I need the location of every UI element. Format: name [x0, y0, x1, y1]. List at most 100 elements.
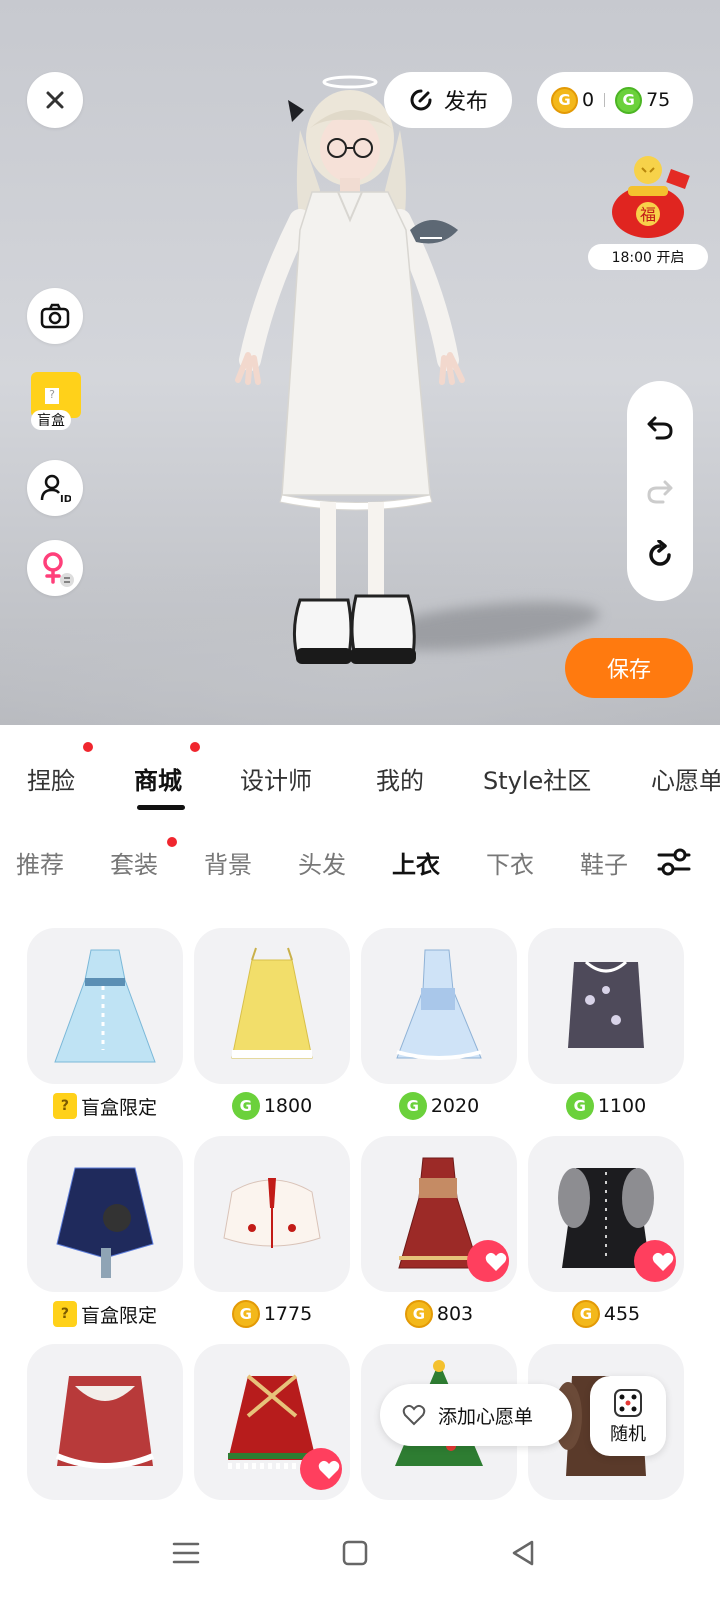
category-background[interactable]: 背景: [204, 845, 252, 880]
category-outfit-badge: [167, 837, 177, 847]
category-outfit[interactable]: 套装: [110, 845, 158, 880]
item-card[interactable]: [194, 928, 350, 1084]
gold-coin-icon: G: [231, 1300, 260, 1328]
random-button[interactable]: 随机: [590, 1376, 666, 1456]
main-tab-bar: 捏脸 商城 设计师 我的 Style社区 心愿单: [0, 725, 720, 821]
item-thumbnail: [568, 960, 644, 1048]
item-card[interactable]: [361, 1136, 517, 1292]
item-thumbnail: [396, 949, 482, 1060]
favorite-button[interactable]: [300, 1448, 342, 1490]
item-thumbnail: [54, 949, 156, 1063]
category-tab-bar: 推荐 套装 背景 头发 上衣 下衣 鞋子: [0, 821, 720, 901]
heart-icon: [652, 1252, 674, 1271]
category-recommend[interactable]: 推荐: [16, 845, 64, 880]
blind-box-icon: ?: [52, 1093, 77, 1119]
undo-icon[interactable]: [645, 412, 675, 442]
item-thumbnail: [56, 1167, 154, 1278]
item-card[interactable]: [194, 1344, 350, 1500]
active-tab-indicator: [137, 805, 185, 810]
fortune-bag-icon: 福: [612, 156, 690, 238]
close-button[interactable]: [27, 72, 83, 128]
camera-button[interactable]: [27, 288, 83, 344]
heart-outline-icon: [402, 1404, 426, 1426]
item-price: G 803: [354, 1298, 524, 1330]
random-label: 随机: [610, 1424, 646, 1445]
filter-icon[interactable]: [656, 845, 692, 879]
redo-icon[interactable]: [645, 476, 675, 506]
save-button[interactable]: 保存: [565, 638, 693, 698]
publish-label: 发布: [443, 90, 488, 115]
avatar-dressup-screen: 发布 G 0 G 75 福 18:00 开启 ? 盲盒 ID 保存 捏脸 商城 …: [0, 0, 720, 1600]
item-price-text: 803: [436, 1303, 474, 1325]
item-price-text: 2020: [430, 1095, 480, 1117]
publish-button[interactable]: 发布: [384, 72, 512, 128]
home-icon[interactable]: [342, 1540, 368, 1566]
item-card[interactable]: [194, 1136, 350, 1292]
blind-box-icon: ?: [52, 1301, 77, 1327]
gender-switch-button[interactable]: [27, 540, 83, 596]
green-coin-icon: G: [398, 1092, 427, 1120]
item-card[interactable]: [361, 928, 517, 1084]
item-card[interactable]: [27, 928, 183, 1084]
item-card[interactable]: [528, 1136, 684, 1292]
add-to-wishlist-button[interactable]: 添加心愿单: [380, 1384, 572, 1446]
tab-face[interactable]: 捏脸: [27, 761, 75, 796]
item-thumbnail: [231, 947, 313, 1059]
gold-coin-icon: G: [551, 86, 578, 114]
tab-mall[interactable]: 商城: [134, 761, 182, 796]
avatar-stage[interactable]: 发布 G 0 G 75 福 18:00 开启 ? 盲盒 ID 保存: [0, 0, 720, 725]
heart-icon: [318, 1460, 340, 1479]
id-profile-button[interactable]: ID: [27, 460, 83, 516]
item-price: G 1100: [521, 1090, 691, 1122]
tab-style-community[interactable]: Style社区: [483, 761, 591, 796]
item-price: G 1775: [187, 1298, 357, 1330]
tab-face-badge: [83, 742, 93, 752]
item-price-text: 1800: [263, 1095, 313, 1117]
system-nav-bar: [0, 1520, 720, 1600]
favorite-button[interactable]: [467, 1240, 509, 1282]
reset-icon[interactable]: [645, 540, 675, 570]
item-price: ? 盲盒限定: [20, 1298, 190, 1330]
item-card[interactable]: [528, 928, 684, 1084]
item-card[interactable]: [27, 1344, 183, 1500]
item-thumbnail: [223, 1178, 321, 1248]
camera-icon: [40, 303, 70, 329]
item-price-text: 455: [603, 1303, 641, 1325]
event-time: 18:00 开启: [588, 244, 708, 270]
category-hair[interactable]: 头发: [298, 845, 346, 880]
item-price-text: 盲盒限定: [80, 1096, 157, 1119]
favorite-button[interactable]: [634, 1240, 676, 1282]
item-card[interactable]: [27, 1136, 183, 1292]
item-price: G 455: [521, 1298, 691, 1330]
menu-icon[interactable]: [172, 1540, 200, 1566]
tab-wishlist[interactable]: 心愿单: [651, 761, 720, 796]
tab-mine[interactable]: 我的: [376, 761, 424, 796]
green-coin-icon: G: [565, 1092, 594, 1120]
wishlist-label: 添加心愿单: [438, 1405, 534, 1428]
fortune-bag-event[interactable]: 福 18:00 开启: [588, 148, 708, 270]
item-price: G 2020: [354, 1090, 524, 1122]
back-icon[interactable]: [510, 1540, 536, 1566]
category-bottom[interactable]: 下衣: [486, 845, 534, 880]
wallet[interactable]: G 0 G 75: [537, 72, 693, 128]
category-top[interactable]: 上衣: [392, 845, 440, 880]
category-shoes[interactable]: 鞋子: [580, 845, 628, 880]
item-thumbnail: [55, 1376, 155, 1469]
item-price-text: 1775: [263, 1303, 313, 1325]
female-switch-icon: [43, 552, 74, 587]
gold-coin-icon: G: [404, 1300, 433, 1328]
dice-icon: [614, 1389, 642, 1417]
close-icon: [46, 91, 64, 109]
person-id-icon: ID: [40, 474, 71, 504]
blind-box-label: 盲盒: [31, 410, 71, 430]
tab-designer[interactable]: 设计师: [240, 761, 312, 796]
svg-text:福: 福: [640, 205, 656, 224]
blind-box-question: ?: [45, 388, 59, 404]
item-price: ? 盲盒限定: [20, 1090, 190, 1122]
heart-icon: [485, 1252, 507, 1271]
wallet-divider: [604, 93, 606, 107]
tab-mall-badge: [190, 742, 200, 752]
green-coin-count: 75: [646, 89, 671, 111]
gold-coin-count: 0: [582, 89, 595, 111]
blind-box-button[interactable]: ? 盲盒: [27, 372, 87, 442]
